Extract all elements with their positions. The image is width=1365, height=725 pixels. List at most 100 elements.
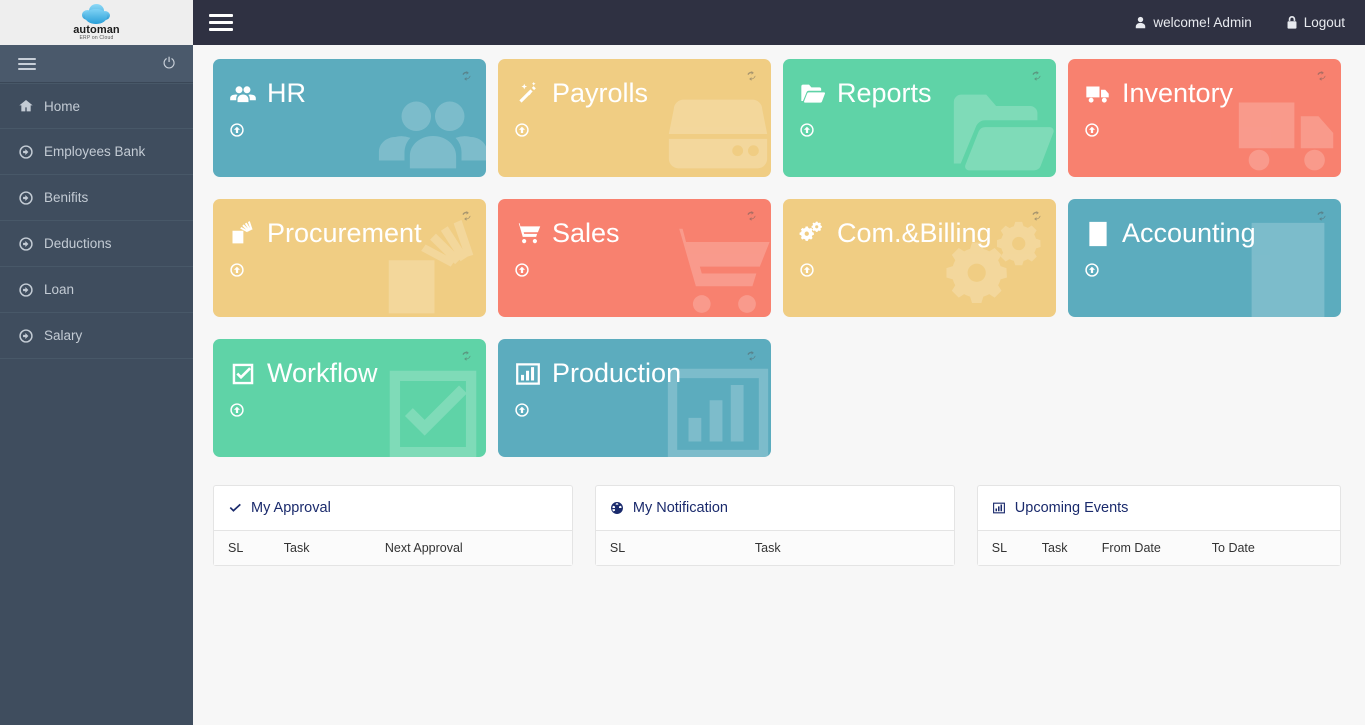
- sidebar-item-label: Salary: [44, 328, 83, 343]
- tile-payrolls[interactable]: Payrolls: [498, 59, 771, 177]
- sidebar-item-label: Deductions: [44, 236, 112, 251]
- brand-logo[interactable]: automan ERP on Cloud: [0, 0, 193, 45]
- arrow-circle-up-icon: [515, 263, 529, 277]
- tile-title: HR: [267, 78, 306, 108]
- sidebar-item-home[interactable]: Home: [0, 83, 193, 129]
- tile-production[interactable]: Production: [498, 339, 771, 457]
- column-header: Task: [283, 541, 310, 555]
- arrow-circle-up-icon: [230, 123, 244, 137]
- welcome-label: welcome! Admin: [1153, 15, 1252, 30]
- arrow-circle-up-icon[interactable]: [1084, 262, 1100, 278]
- arrow-circle-right-icon: [12, 282, 40, 298]
- brand-tagline: ERP on Cloud: [79, 35, 114, 41]
- power-icon[interactable]: ⏻: [163, 56, 175, 71]
- user-icon: [1136, 16, 1146, 29]
- panel-cell: Upcoming Events SL Task From Date To Date: [976, 485, 1353, 566]
- arrow-circle-up-icon[interactable]: [514, 402, 530, 418]
- tile-cell: Sales: [498, 199, 783, 339]
- logout-button[interactable]: Logout: [1286, 15, 1345, 30]
- tile-title: Production: [552, 358, 682, 388]
- arrow-circle-up-icon[interactable]: [514, 262, 530, 278]
- welcome-user[interactable]: welcome! Admin: [1134, 15, 1252, 30]
- tile-reports[interactable]: Reports: [783, 59, 1056, 177]
- dashboard-content: HR Payrolls Reports Inventory Procurement Sal…: [193, 45, 1365, 725]
- app-root: automan ERP on Cloud ⏻ Home Employees Ban…: [0, 0, 1365, 725]
- arrow-circle-up-icon[interactable]: [229, 402, 245, 418]
- column-header: Task: [1041, 541, 1068, 555]
- refresh-icon[interactable]: [744, 349, 759, 369]
- refresh-icon[interactable]: [459, 209, 474, 229]
- cogs-icon: [799, 220, 827, 248]
- arrow-circle-up-icon: [515, 123, 529, 137]
- arrow-circle-up-icon: [1085, 123, 1099, 137]
- home-icon: [19, 100, 33, 112]
- sidebar-nav: Home Employees Bank Benifits Deductions Loan…: [0, 83, 193, 359]
- panel-cell: My Approval SL Task Next Approval: [213, 485, 595, 566]
- refresh-icon[interactable]: [459, 69, 474, 89]
- refresh-icon[interactable]: [1029, 69, 1044, 89]
- tile-cell: Workflow: [213, 339, 498, 479]
- check-icon: [228, 501, 242, 515]
- module-tiles: HR Payrolls Reports Inventory Procurement Sal…: [213, 59, 1353, 479]
- sidebar-toggle-icon[interactable]: [18, 57, 36, 70]
- tile-inventory[interactable]: Inventory: [1068, 59, 1341, 177]
- folder-open-icon: [799, 80, 827, 108]
- refresh-icon[interactable]: [1314, 69, 1329, 89]
- tile-com-billing[interactable]: Com.&Billing: [783, 199, 1056, 317]
- building-icon: [1089, 221, 1107, 246]
- arrow-circle-up-icon[interactable]: [799, 122, 815, 138]
- dashboard-panels: My Approval SL Task Next Approval My Notific…: [213, 485, 1353, 566]
- refresh-icon: [747, 351, 756, 361]
- panel-title: My Notification: [632, 500, 728, 516]
- sidebar-item-benifits[interactable]: Benifits: [0, 175, 193, 221]
- tile-accounting[interactable]: Accounting: [1068, 199, 1341, 317]
- cogs-icon: [799, 221, 822, 241]
- column-header: To Date: [1211, 541, 1255, 555]
- refresh-icon[interactable]: [1029, 209, 1044, 229]
- sidebar: automan ERP on Cloud ⏻ Home Employees Ban…: [0, 0, 193, 725]
- refresh-icon[interactable]: [459, 349, 474, 369]
- sidebar-subheader: ⏻: [0, 45, 193, 83]
- tile-procurement[interactable]: Procurement: [213, 199, 486, 317]
- shopping-cart-icon: [514, 220, 542, 248]
- arrow-circle-right-icon: [19, 328, 33, 343]
- refresh-icon: [462, 211, 471, 221]
- truck-icon: [1084, 80, 1112, 108]
- tile-cell: Production: [498, 339, 783, 479]
- arrow-circle-up-icon[interactable]: [799, 262, 815, 278]
- tile-workflow[interactable]: Workflow: [213, 339, 486, 457]
- tile-title: Reports: [837, 78, 932, 108]
- sidebar-item-deductions[interactable]: Deductions: [0, 221, 193, 267]
- refresh-icon[interactable]: [744, 69, 759, 89]
- users-icon: [230, 85, 256, 102]
- table-header-row: SL Task From Date To Date: [977, 530, 1340, 565]
- arrow-circle-up-icon: [230, 263, 244, 277]
- arrow-circle-right-icon: [19, 190, 33, 205]
- lock-icon: [1287, 16, 1297, 29]
- tile-cell: Accounting: [1068, 199, 1353, 339]
- topbar-menu-icon[interactable]: [209, 14, 233, 31]
- tile-sales[interactable]: Sales: [498, 199, 771, 317]
- refresh-icon[interactable]: [744, 209, 759, 229]
- arrow-circle-up-icon[interactable]: [229, 262, 245, 278]
- arrow-circle-right-icon: [19, 282, 33, 297]
- arrow-circle-right-icon: [19, 236, 33, 251]
- sidebar-item-loan[interactable]: Loan: [0, 267, 193, 313]
- refresh-icon: [747, 211, 756, 221]
- column-header: SL: [228, 541, 244, 555]
- column-header: From Date: [1101, 541, 1161, 555]
- sidebar-item-employees-bank[interactable]: Employees Bank: [0, 129, 193, 175]
- refresh-icon[interactable]: [1314, 209, 1329, 229]
- sidebar-item-salary[interactable]: Salary: [0, 313, 193, 359]
- arrow-circle-up-icon[interactable]: [514, 122, 530, 138]
- folder-open-icon: [801, 84, 826, 103]
- arrow-circle-up-icon[interactable]: [1084, 122, 1100, 138]
- arrow-circle-up-icon[interactable]: [229, 122, 245, 138]
- newspaper-icon: [232, 220, 253, 243]
- column-header: Task: [754, 541, 781, 555]
- globe-icon: [610, 501, 624, 515]
- tile-hr[interactable]: HR: [213, 59, 486, 177]
- main-area: welcome! Admin Logout HR Payrolls Reports I…: [193, 0, 1365, 725]
- panel-upcoming-events: Upcoming Events SL Task From Date To Date: [976, 485, 1341, 566]
- refresh-icon: [1317, 71, 1326, 81]
